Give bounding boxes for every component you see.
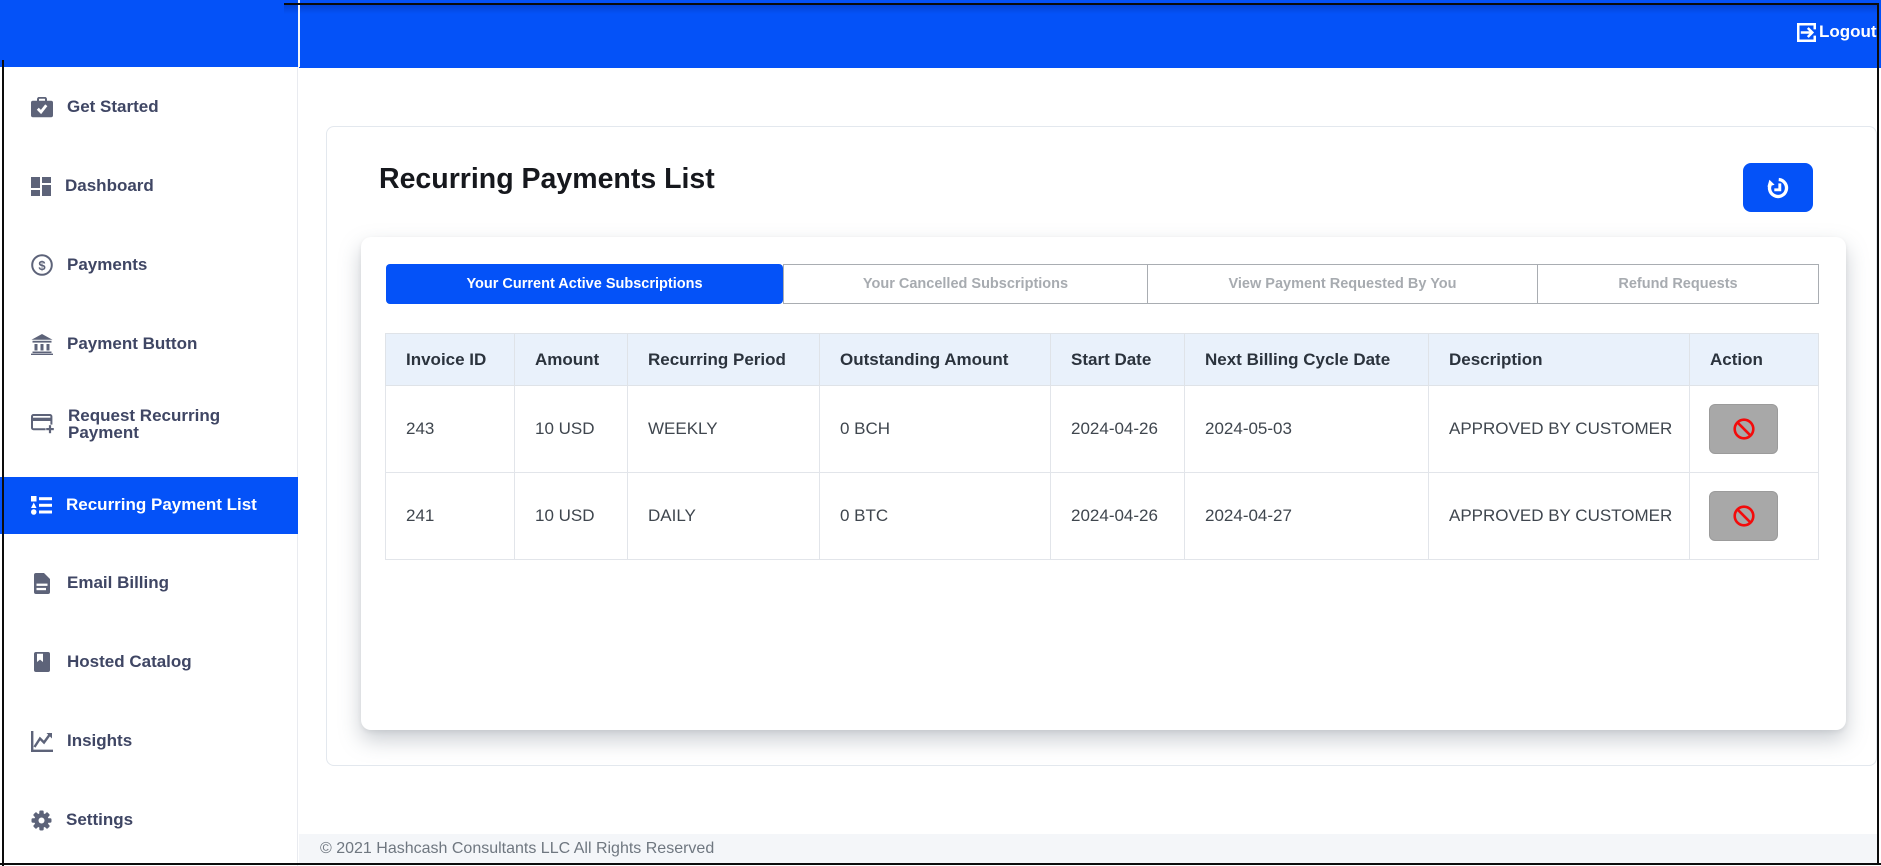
svg-text:$: $ bbox=[38, 258, 46, 273]
